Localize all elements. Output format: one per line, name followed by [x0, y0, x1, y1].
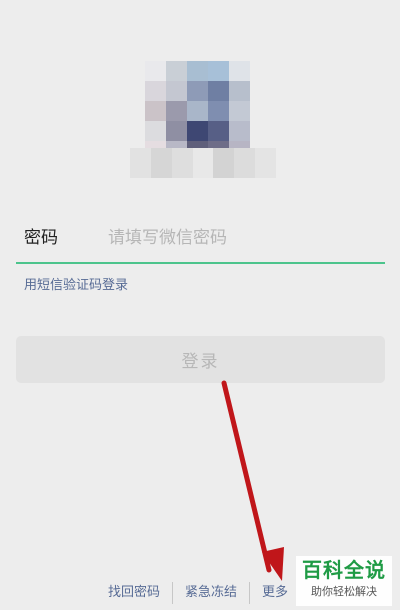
watermark-title: 百科全说	[302, 558, 386, 582]
password-label: 密码	[24, 228, 58, 248]
watermark-subtitle: 助你轻松解决	[311, 585, 377, 598]
avatar	[145, 61, 250, 161]
watermark-logo: 百科全说 助你轻松解决	[296, 556, 392, 606]
more-link[interactable]: 更多	[250, 582, 300, 604]
login-button[interactable]: 登录	[16, 336, 385, 383]
password-underline	[16, 262, 385, 264]
footer-links: 找回密码 紧急冻结 更多	[96, 582, 300, 604]
emergency-freeze-link[interactable]: 紧急冻结	[173, 582, 249, 604]
nickname	[130, 148, 276, 178]
sms-login-link[interactable]: 用短信验证码登录	[24, 277, 128, 295]
password-input[interactable]	[108, 222, 378, 254]
find-password-link[interactable]: 找回密码	[96, 582, 172, 604]
